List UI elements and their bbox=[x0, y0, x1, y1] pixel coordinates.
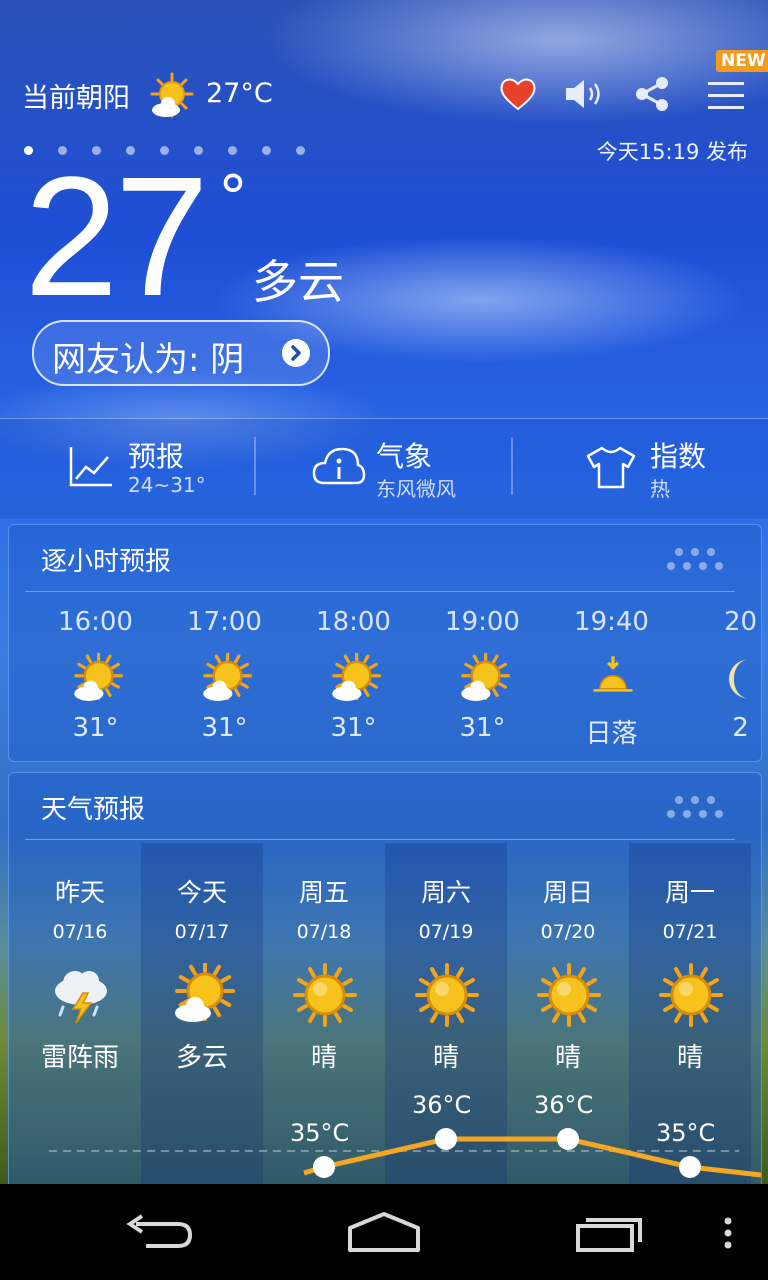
hourly-temp: 日落 bbox=[585, 719, 638, 749]
hourly-time: 19:00 bbox=[445, 607, 520, 637]
high-temp-label: 36°C bbox=[412, 1091, 472, 1119]
high-temp-line bbox=[49, 1128, 761, 1178]
index-tab-sub: 热 bbox=[650, 477, 670, 501]
tshirt-icon bbox=[586, 446, 636, 489]
speaker-icon[interactable] bbox=[562, 74, 606, 114]
new-badge: NEW bbox=[716, 50, 768, 72]
hourly-time: 17:00 bbox=[187, 607, 262, 637]
moon-icon bbox=[729, 659, 749, 699]
current-temperature: 27 bbox=[24, 142, 209, 332]
recent-apps-icon[interactable] bbox=[574, 1202, 650, 1262]
hourly-item[interactable]: 16:00 31° bbox=[31, 595, 160, 745]
high-temp-label: 35°C bbox=[290, 1119, 350, 1147]
navigation-bar bbox=[0, 1184, 768, 1280]
forecast-tab-sub: 24~31° bbox=[128, 473, 206, 497]
hourly-forecast-title: 逐小时预报 bbox=[41, 547, 172, 577]
weather-info-tab[interactable]: 气象 东风微风 bbox=[256, 419, 512, 519]
menu-icon[interactable] bbox=[704, 76, 748, 116]
chevron-right-icon bbox=[282, 339, 310, 367]
high-temp-label: 36°C bbox=[534, 1091, 594, 1119]
hourly-item[interactable]: 18:00 31° bbox=[289, 595, 418, 745]
index-tab-title: 指数 bbox=[650, 440, 707, 473]
hourly-time: 20 bbox=[723, 607, 758, 637]
city-name[interactable]: 当前朝阳 bbox=[22, 76, 130, 115]
partly-cloudy-icon bbox=[332, 653, 381, 701]
hourly-time: 19:40 bbox=[574, 607, 649, 637]
degree-symbol: ° bbox=[218, 163, 248, 233]
high-temp-point bbox=[313, 1156, 335, 1178]
hourly-time: 16:00 bbox=[58, 607, 133, 637]
weather-info-tab-title: 气象 bbox=[376, 440, 433, 473]
partly-cloudy-icon bbox=[461, 653, 510, 701]
hourly-temp: 31° bbox=[201, 713, 248, 743]
sunset-icon bbox=[593, 656, 633, 692]
dots-menu-icon[interactable] bbox=[667, 547, 731, 573]
current-temp-small: 27°C bbox=[206, 78, 273, 109]
hourly-item[interactable]: 19:40 日落 bbox=[547, 595, 676, 749]
hourly-item[interactable]: 17:00 31° bbox=[160, 595, 289, 745]
partly-cloudy-icon bbox=[150, 72, 194, 118]
hourly-forecast-card[interactable]: 逐小时预报 16:00 31° 17:00 31° 18:00 31° 19:00 31° 19… bbox=[8, 524, 762, 762]
overflow-menu-icon[interactable] bbox=[716, 1202, 740, 1262]
high-temp-point bbox=[679, 1156, 701, 1178]
forecast-tab[interactable]: 预报 24~31° bbox=[0, 419, 256, 519]
favorite-heart-icon[interactable] bbox=[498, 74, 538, 114]
daily-forecast-card[interactable]: 昨天 07/16 雷阵雨 今天 07/17 多云 周五 07/18 晴周六 07/19 晴周日 07/… bbox=[8, 772, 762, 1204]
summary-strip: 预报 24~31° 气象 东风微风 指数 热 bbox=[0, 418, 768, 519]
publish-time: 今天15:19 发布 bbox=[596, 140, 748, 164]
hourly-item[interactable]: 20 2 bbox=[676, 595, 761, 745]
trend-chart-icon bbox=[69, 447, 112, 487]
hourly-temp: 31° bbox=[330, 713, 377, 743]
high-temp-label: 35°C bbox=[656, 1119, 716, 1147]
back-icon[interactable] bbox=[122, 1202, 198, 1262]
hourly-temp: 31° bbox=[459, 713, 506, 743]
hourly-item[interactable]: 19:00 31° bbox=[418, 595, 547, 745]
netizen-opinion-label: 网友认为: 阴 bbox=[52, 340, 245, 380]
card-divider bbox=[25, 591, 735, 592]
high-temp-point bbox=[557, 1128, 579, 1150]
home-icon[interactable] bbox=[346, 1202, 422, 1262]
netizen-opinion-button[interactable]: 网友认为: 阴 bbox=[32, 320, 330, 386]
forecast-tab-title: 预报 bbox=[128, 440, 185, 473]
cloud-info-icon bbox=[312, 447, 366, 485]
hourly-time: 18:00 bbox=[316, 607, 391, 637]
hourly-temp: 2 bbox=[732, 713, 749, 743]
current-condition: 多云 bbox=[252, 255, 344, 309]
hourly-temp: 31° bbox=[72, 713, 119, 743]
index-tab[interactable]: 指数 热 bbox=[512, 419, 768, 519]
high-temp-point bbox=[435, 1128, 457, 1150]
page-dot[interactable] bbox=[262, 146, 271, 155]
share-icon[interactable] bbox=[632, 74, 672, 114]
partly-cloudy-icon bbox=[74, 653, 123, 701]
page-dot[interactable] bbox=[228, 146, 237, 155]
page-dot[interactable] bbox=[296, 146, 305, 155]
weather-info-tab-sub: 东风微风 bbox=[376, 477, 456, 501]
partly-cloudy-icon bbox=[203, 653, 252, 701]
